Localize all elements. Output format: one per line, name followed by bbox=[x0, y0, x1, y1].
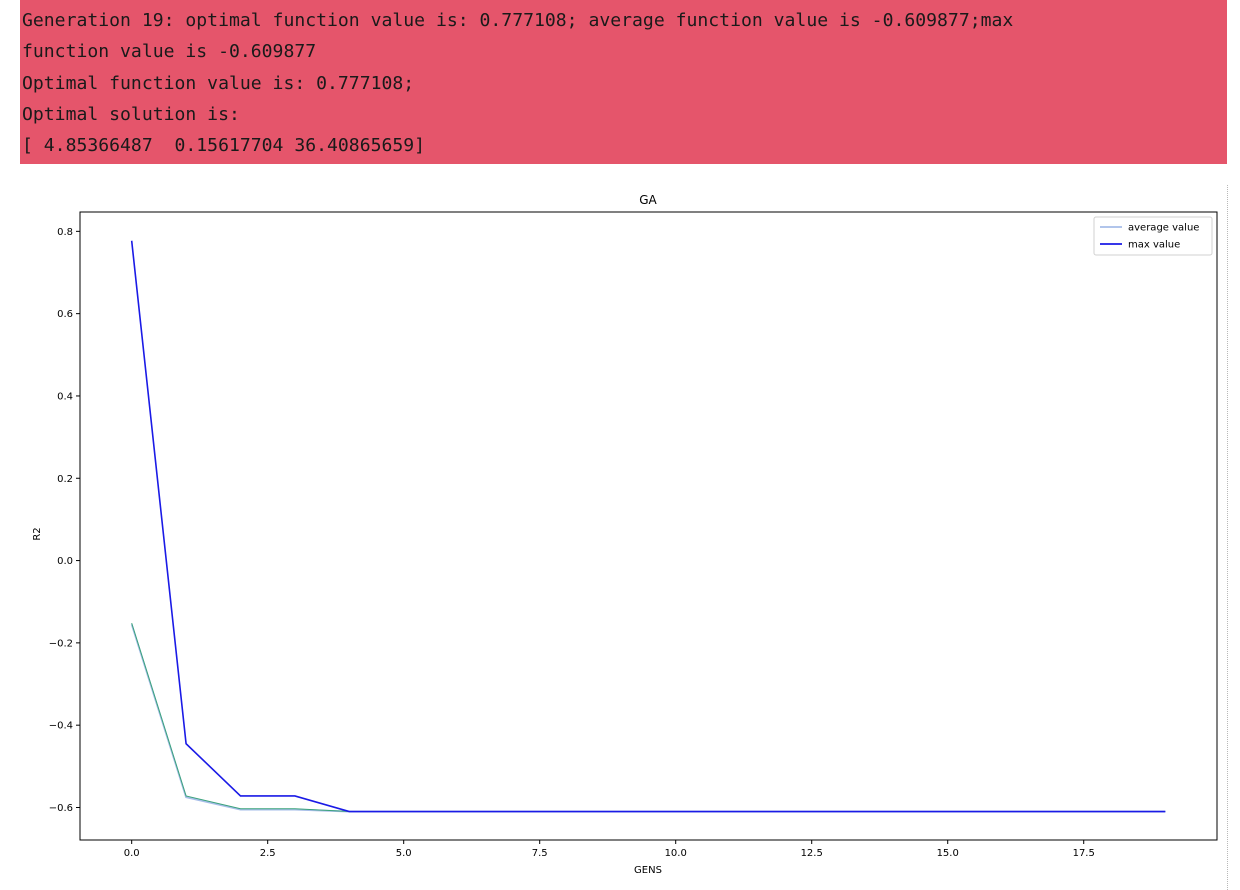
x-tick-label: 0.0 bbox=[124, 848, 140, 859]
y-tick-label: −0.4 bbox=[49, 721, 73, 732]
series-line-max-value bbox=[130, 240, 1166, 813]
plot-area: 0.0 2.5 5.0 7.5 10.0 12.5 15.0 17.5 0.8 0.6 0.4 0.2… bbox=[0, 170, 1240, 890]
console-line-4: Optimal solution is: bbox=[22, 103, 240, 125]
legend: average value max value bbox=[1093, 216, 1213, 256]
x-axis-label: GENS bbox=[634, 865, 662, 876]
x-tick-label: 15.0 bbox=[937, 848, 959, 859]
x-tick-label: 12.5 bbox=[801, 848, 823, 859]
y-tick-label: 0.6 bbox=[57, 309, 73, 320]
legend-label: max value bbox=[1128, 240, 1180, 251]
y-tick-label: 0.4 bbox=[57, 391, 73, 402]
x-tick-label: 10.0 bbox=[665, 848, 687, 859]
chart-title: GA bbox=[639, 193, 657, 207]
chart: 0.0 2.5 5.0 7.5 10.0 12.5 15.0 17.5 0.8 0.6 0.4 0.2… bbox=[32, 193, 1218, 876]
legend-label: average value bbox=[1128, 223, 1199, 234]
console-line-3: Optimal function value is: 0.777108; bbox=[22, 72, 415, 94]
x-tick-label: 5.0 bbox=[396, 848, 412, 859]
y-tick-label: 0.2 bbox=[57, 474, 73, 485]
y-tick-label: −0.2 bbox=[49, 638, 73, 649]
x-tick-label: 2.5 bbox=[260, 848, 276, 859]
console-line-5: [ 4.85366487 0.15617704 36.40865659] bbox=[22, 135, 426, 157]
series-line-average-value bbox=[130, 624, 1166, 813]
series-line-secondary bbox=[131, 622, 1166, 813]
x-tick-label: 7.5 bbox=[532, 848, 548, 859]
console-line-1: Generation 19: optimal function value is… bbox=[22, 10, 1014, 31]
console-output: Generation 19: optimal function value is… bbox=[20, 0, 1227, 164]
plot-frame bbox=[79, 211, 1218, 841]
x-tick-label: 17.5 bbox=[1073, 848, 1095, 859]
console-line-2: function value is -0.609877 bbox=[22, 41, 317, 63]
y-tick-label: 0.8 bbox=[57, 227, 73, 238]
y-tick-label: 0.0 bbox=[57, 556, 73, 567]
y-tick-label: −0.6 bbox=[49, 803, 73, 814]
y-axis-label: R2 bbox=[32, 527, 43, 540]
